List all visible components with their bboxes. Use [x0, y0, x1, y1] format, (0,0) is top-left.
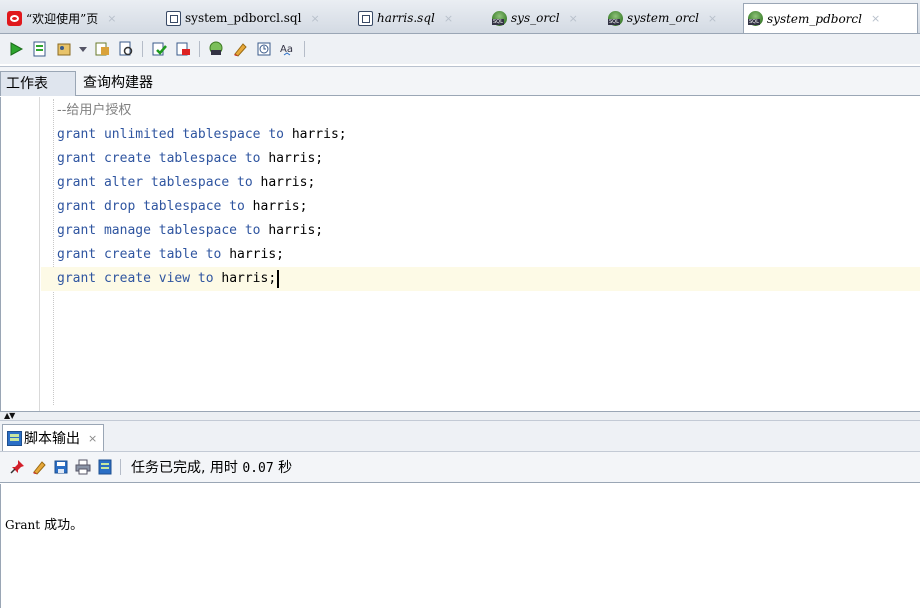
script-output-area[interactable]: Grant 成功。: [0, 484, 920, 608]
code-line: grant create tablespace to harris;: [57, 147, 323, 171]
tab-system-orcl[interactable]: system_orcl ×: [604, 4, 721, 32]
toolbar-separator: [120, 459, 121, 475]
tab-sys-orcl[interactable]: sys_orcl ×: [488, 4, 582, 32]
sql-file-icon: [166, 10, 181, 26]
toolbar-separator: [304, 41, 305, 57]
worksheet-toolbar: Aa: [0, 34, 920, 64]
editor-tab-bar: “欢迎使用”页 × system_pdborcl.sql × harris.sq…: [0, 0, 920, 34]
autotrace-icon[interactable]: [55, 40, 73, 58]
code-line: grant unlimited tablespace to harris;: [57, 123, 347, 147]
tab-label: 脚本输出: [24, 431, 80, 447]
tab-label: “欢迎使用”页: [26, 11, 99, 26]
format-text-icon[interactable]: Aa: [279, 40, 297, 58]
oracle-logo-icon: [7, 10, 22, 26]
sql-keywords: grant manage tablespace to: [57, 223, 269, 238]
run-statement-icon[interactable]: [7, 40, 25, 58]
sql-keywords: grant drop tablespace to: [57, 199, 253, 214]
status-unit: 秒: [273, 460, 293, 476]
sql-connection-icon: [608, 10, 623, 26]
task-status: 任务已完成, 用时 0.07 秒: [131, 457, 292, 477]
tab-label: system_pdborcl.sql: [185, 11, 302, 25]
open-file-icon[interactable]: [96, 458, 114, 476]
script-output-icon: [7, 430, 22, 446]
status-prefix: 任务已完成, 用时: [131, 460, 243, 476]
tab-label: harris.sql: [377, 11, 435, 25]
code-comment: --给用户授权: [57, 103, 132, 118]
code-line: grant manage tablespace to harris;: [57, 219, 323, 243]
tab-harris-sql[interactable]: harris.sql ×: [354, 4, 457, 32]
sql-tuning-icon[interactable]: [117, 40, 135, 58]
sql-grantee: harris;: [260, 175, 316, 190]
output-result: 成功。: [40, 518, 84, 533]
clear-eraser-icon[interactable]: [30, 458, 48, 476]
close-icon[interactable]: ×: [871, 12, 880, 25]
toolbar-separator: [199, 41, 200, 57]
line-gutter-divider: [39, 97, 40, 411]
sql-keywords: grant alter tablespace to: [57, 175, 261, 190]
clear-eraser-icon[interactable]: [231, 40, 249, 58]
sql-file-icon: [358, 10, 373, 26]
tab-label: sys_orcl: [511, 11, 560, 25]
sql-keywords: grant create view to: [57, 271, 222, 286]
sql-grantee: harris;: [221, 271, 277, 286]
tab-label: system_pdborcl: [767, 11, 862, 26]
code-line: grant drop tablespace to harris;: [57, 195, 307, 219]
worksheet-subtabs: 工作表 查询构建器: [0, 66, 920, 96]
sql-keywords: grant create table to: [57, 247, 230, 262]
commit-icon[interactable]: [150, 40, 168, 58]
close-icon[interactable]: ×: [310, 12, 319, 25]
close-icon[interactable]: ×: [569, 12, 578, 25]
tab-label: system_orcl: [627, 11, 699, 25]
sql-connection-icon: [748, 11, 763, 26]
text-caret: [277, 269, 280, 288]
explain-plan-icon[interactable]: [93, 40, 111, 58]
output-toolbar: 任务已完成, 用时 0.07 秒: [0, 452, 920, 483]
output-keyword: Grant: [5, 518, 41, 532]
save-icon[interactable]: [52, 458, 70, 476]
pin-icon[interactable]: [8, 458, 26, 476]
dropdown-arrow-icon[interactable]: [79, 40, 87, 58]
tab-system-pdborcl-sql[interactable]: system_pdborcl.sql ×: [162, 4, 324, 32]
tab-system-pdborcl[interactable]: system_pdborcl ×: [743, 3, 918, 33]
sql-grantee: harris;: [268, 223, 324, 238]
panel-splitter[interactable]: ▲▼: [0, 411, 920, 421]
sql-connection-icon: [492, 10, 507, 26]
close-icon[interactable]: ×: [708, 12, 717, 25]
tab-welcome-page[interactable]: “欢迎使用”页 ×: [3, 4, 121, 32]
history-icon[interactable]: [255, 40, 273, 58]
sql-grantee: harris;: [268, 151, 324, 166]
close-icon[interactable]: ×: [107, 12, 116, 25]
output-message: Grant 成功。: [5, 514, 83, 533]
status-time: 0.07: [242, 461, 274, 476]
sql-grantee: harris;: [229, 247, 284, 262]
sql-worksheet-icon[interactable]: [207, 40, 225, 58]
fold-guide: [53, 99, 54, 405]
code-line-current: grant create view to harris;: [41, 267, 920, 291]
print-icon[interactable]: [74, 458, 92, 476]
sql-editor[interactable]: --给用户授权 grant unlimited tablespace to ha…: [0, 97, 920, 411]
code-line: grant alter tablespace to harris;: [57, 171, 315, 195]
code-line: grant create table to harris;: [57, 243, 284, 267]
tab-query-builder[interactable]: 查询构建器: [78, 71, 158, 96]
sql-keywords: grant create tablespace to: [57, 151, 269, 166]
tab-worksheet[interactable]: 工作表: [0, 71, 76, 96]
output-tab-bar: 脚本输出 ×: [0, 421, 920, 452]
tab-script-output[interactable]: 脚本输出 ×: [2, 424, 105, 451]
sql-grantee: harris;: [291, 127, 347, 142]
sql-keywords: grant unlimited tablespace to: [57, 127, 292, 142]
rollback-icon[interactable]: [174, 40, 192, 58]
expand-collapse-arrows-icon[interactable]: ▲▼: [4, 411, 15, 421]
close-icon[interactable]: ×: [88, 432, 97, 445]
run-script-icon[interactable]: [31, 40, 49, 58]
toolbar-separator: [142, 41, 143, 57]
sql-grantee: harris;: [252, 199, 308, 214]
close-icon[interactable]: ×: [444, 12, 453, 25]
